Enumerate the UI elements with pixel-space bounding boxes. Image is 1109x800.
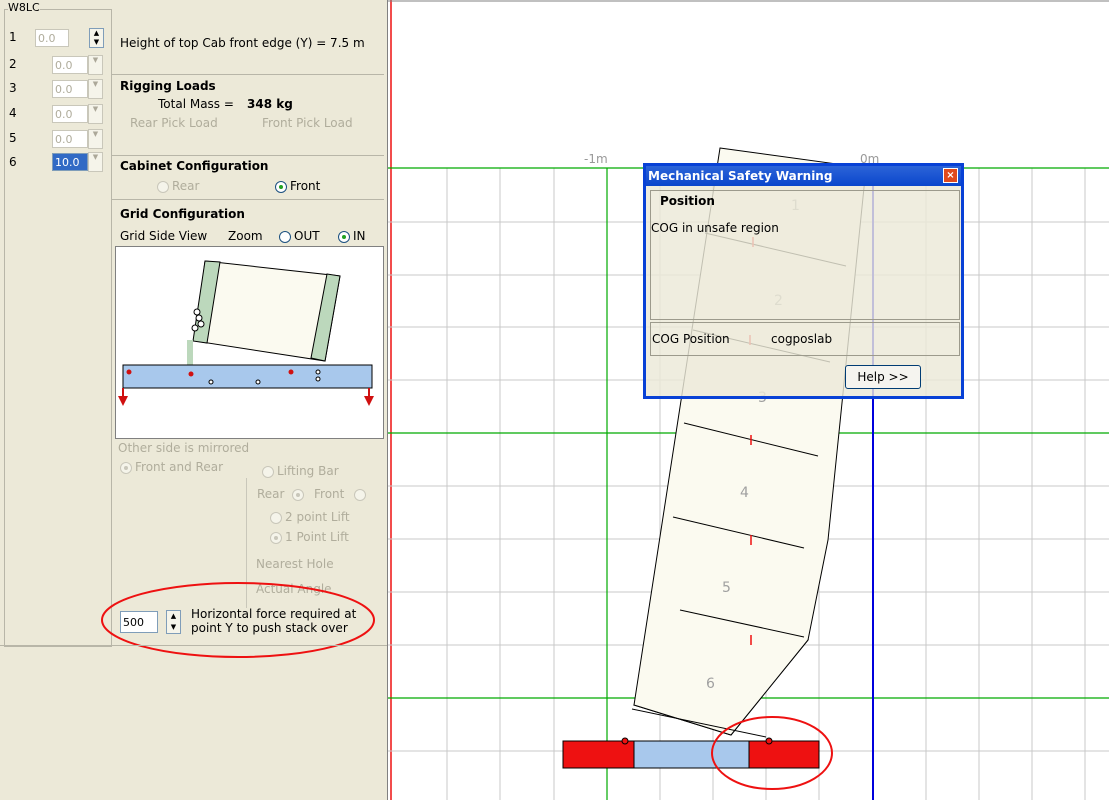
row-value-input[interactable]: 0.0 xyxy=(52,130,88,148)
row-value-input[interactable]: 0.0 xyxy=(35,29,69,47)
section-divider xyxy=(112,155,384,156)
dialog-title-bar[interactable]: Mechanical Safety Warning × xyxy=(646,166,961,186)
control-panel: W8LC 1 0.0 ▲ ▼ 2 0.0 ▼ 3 0.0 ▼ 4 0.0 ▼ 5 … xyxy=(0,0,388,800)
height-text: Height of top Cab front edge (Y) = 7.5 m xyxy=(120,36,365,50)
row-value-input[interactable]: 0.0 xyxy=(52,105,88,123)
cog-position-label: COG Position xyxy=(652,332,730,346)
mirrored-label: Other side is mirrored xyxy=(118,441,250,455)
one-point-lift-radio[interactable]: 1 Point Lift xyxy=(270,530,349,544)
front-pick-load: Front Pick Load xyxy=(262,116,353,130)
grid-side-view-preview xyxy=(115,246,384,439)
panel-bottom-divider xyxy=(0,645,387,646)
total-mass-value: 348 kg xyxy=(247,97,293,111)
radio-icon xyxy=(270,511,282,524)
rigging-title: Rigging Loads xyxy=(120,79,216,93)
radio-icon xyxy=(279,230,291,243)
row-number: 1 xyxy=(9,30,17,44)
row-number: 3 xyxy=(9,81,17,95)
lift-front-label: Front xyxy=(314,487,345,501)
front-and-rear-radio[interactable]: Front and Rear xyxy=(120,460,223,474)
lift-front-radio[interactable] xyxy=(354,489,366,501)
up-down-spinner[interactable]: ▲ ▼ xyxy=(89,28,104,48)
dropdown-arrow-icon[interactable]: ▼ xyxy=(88,152,103,172)
dialog-title: Mechanical Safety Warning xyxy=(648,169,833,183)
row-number: 6 xyxy=(9,155,17,169)
row-value-input[interactable]: 10.0 xyxy=(52,153,88,171)
radio-icon xyxy=(157,180,169,193)
nearest-hole-label: Nearest Hole xyxy=(256,557,334,571)
warning-message: COG in unsafe region xyxy=(651,221,779,235)
lift-rear-label: Rear xyxy=(257,487,285,501)
cabinet-number-4: 4 xyxy=(740,485,749,501)
row-number: 5 xyxy=(9,131,17,145)
axis-label-minus1: -1m xyxy=(584,152,608,166)
row-number: 4 xyxy=(9,106,17,120)
section-divider xyxy=(112,199,384,200)
zoom-out-radio[interactable]: OUT xyxy=(279,229,320,243)
zoom-label: Zoom xyxy=(228,229,263,243)
cabinet-front-radio[interactable]: Front xyxy=(275,179,320,193)
cog-position-value: cogposlab xyxy=(771,332,833,346)
close-icon[interactable]: × xyxy=(943,168,958,183)
row-value-input[interactable]: 0.0 xyxy=(52,56,88,74)
radio-icon xyxy=(275,180,287,193)
cabinet-number-6: 6 xyxy=(706,676,715,692)
cabinet-title: Cabinet Configuration xyxy=(120,159,269,173)
cabinet-rear-radio[interactable]: Rear xyxy=(157,179,199,193)
grid-side-view-label: Grid Side View xyxy=(120,229,208,243)
row-number: 2 xyxy=(9,57,17,71)
cabinet-number-5: 5 xyxy=(722,580,731,596)
lift-rear-radio[interactable] xyxy=(292,489,304,501)
row-value-input[interactable]: 0.0 xyxy=(52,80,88,98)
radio-icon xyxy=(338,230,350,243)
total-mass-label: Total Mass = xyxy=(158,97,234,111)
dropdown-arrow-icon[interactable]: ▼ xyxy=(88,79,103,99)
help-button[interactable]: Help >> xyxy=(845,365,921,389)
highlight-ellipse xyxy=(101,582,375,658)
stack-canvas[interactable]: -1m 0m Y 1 2 3 4 5 6 xyxy=(388,0,1109,800)
grid-title: Grid Configuration xyxy=(120,207,245,221)
lifting-bar-radio[interactable]: Lifting Bar xyxy=(262,464,339,478)
safety-warning-dialog[interactable]: Mechanical Safety Warning × Position COG… xyxy=(643,163,964,399)
rear-pick-load: Rear Pick Load xyxy=(130,116,218,130)
dropdown-arrow-icon[interactable]: ▼ xyxy=(88,55,103,75)
zoom-in-radio[interactable]: IN xyxy=(338,229,366,243)
position-frame xyxy=(650,190,960,320)
radio-icon xyxy=(270,531,282,544)
position-header: Position xyxy=(660,194,715,208)
w8lc-frame-label: W8LC xyxy=(8,1,40,14)
radio-icon xyxy=(262,465,274,478)
dropdown-arrow-icon[interactable]: ▼ xyxy=(88,104,103,124)
radio-icon xyxy=(120,461,132,474)
dropdown-arrow-icon[interactable]: ▼ xyxy=(88,129,103,149)
two-point-lift-radio[interactable]: 2 point Lift xyxy=(270,510,350,524)
